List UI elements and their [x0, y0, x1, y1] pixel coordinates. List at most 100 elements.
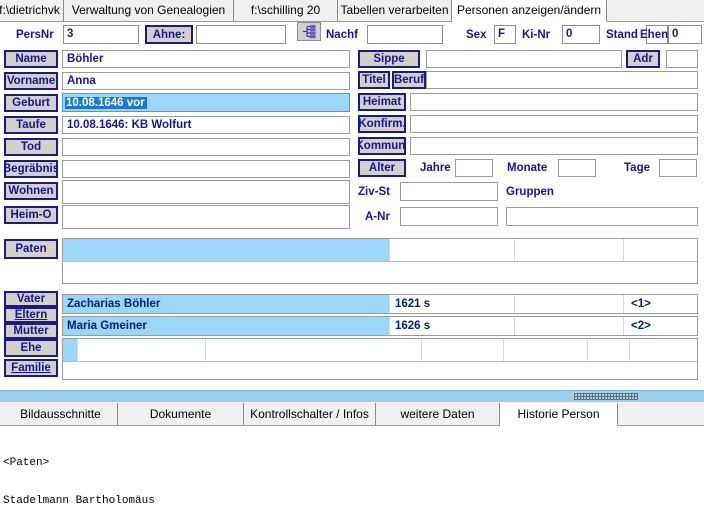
memo-line: Stadelmann Bartholomäus	[3, 494, 155, 507]
heimo-field[interactable]	[62, 205, 350, 229]
name-field[interactable]: Böhler	[62, 50, 350, 68]
bottom-tab-weitere-daten[interactable]: weitere Daten	[376, 403, 500, 425]
tree-hierarchy-icon	[301, 24, 318, 39]
kommun-label: Kommun.	[358, 137, 406, 155]
sippe-field[interactable]	[426, 50, 622, 68]
mutter-col-divider-2	[514, 317, 515, 335]
vorname-field[interactable]: Anna	[62, 72, 350, 90]
taufe-field[interactable]: 10.08.1646: KB Wolfurt	[62, 116, 350, 134]
adr-field[interactable]	[666, 50, 698, 68]
ehen-label: Ehen	[640, 29, 669, 41]
tab-verwaltung[interactable]: Verwaltung von Genealogien	[64, 0, 234, 21]
adr-button[interactable]: Adr	[626, 50, 660, 68]
beruf-field[interactable]	[426, 71, 698, 89]
sex-label: Sex	[466, 29, 487, 41]
bottom-tab-bildausschnitte[interactable]: Bildausschnitte	[4, 403, 118, 425]
geburt-selected-text: 10.08.1646 vor	[65, 96, 147, 109]
bottom-tab-kontrollschalter-infos[interactable]: Kontrollschalter / Infos	[244, 403, 376, 425]
ehe-row-divider	[63, 361, 697, 362]
tod-field[interactable]	[62, 138, 350, 156]
anr-label: A-Nr	[365, 211, 390, 223]
vorname-label: Vorname	[4, 72, 58, 90]
ahne-button[interactable]: Ahne:	[145, 25, 193, 44]
mutter-cell-date: 1626 s	[395, 320, 431, 332]
ehe-col-divider-4	[503, 339, 504, 361]
vater-grid[interactable]: Zacharias Böhler 1621 s <1>	[62, 294, 698, 314]
monate-label: Monate	[507, 162, 548, 174]
mutter-col-divider-1	[389, 317, 390, 335]
bottom-tab-dokumente[interactable]: Dokumente	[118, 403, 244, 425]
person-form: Name Böhler Vorname Anna Geburt 10.08.16…	[0, 48, 704, 388]
kinr-input[interactable]: 0	[562, 25, 600, 44]
ehe-grid[interactable]	[62, 338, 698, 380]
vater-col-divider-3	[623, 295, 624, 313]
geburt-field[interactable]: 10.08.1646 vor	[62, 93, 350, 112]
ehe-col-divider-2	[205, 339, 206, 361]
taufe-label: Taufe	[4, 116, 58, 134]
bottom-tab-bar: Bildausschnitte Dokumente Kontrollschalt…	[0, 402, 704, 426]
titel-label[interactable]: Titel	[358, 71, 390, 89]
splitter-grip-icon[interactable]	[574, 393, 638, 400]
zivst-label: Ziv-St	[358, 186, 390, 198]
tage-label: Tage	[624, 162, 650, 174]
vater-col-divider-2	[514, 295, 515, 313]
paten-col-divider-1	[389, 239, 390, 261]
alter-label[interactable]: Alter	[358, 159, 406, 177]
geburt-label: Geburt	[4, 94, 58, 112]
nachf-input[interactable]	[367, 25, 443, 44]
ehe-label[interactable]: Ehe	[4, 339, 58, 357]
tage-field[interactable]	[659, 159, 697, 177]
familie-label[interactable]: Familie	[4, 359, 58, 377]
application-window: f:\dietrichvk Verwaltung von Genealogien…	[0, 0, 704, 527]
sex-input[interactable]: F	[494, 25, 516, 44]
paten-label[interactable]: Paten	[4, 239, 58, 259]
ahne-input[interactable]	[196, 25, 286, 44]
jahre-field[interactable]	[455, 159, 493, 177]
eltern-label[interactable]: Eltern	[4, 307, 58, 323]
tod-label: Tod	[4, 138, 58, 156]
top-tab-bar: f:\dietrichvk Verwaltung von Genealogien…	[0, 0, 704, 22]
tab-personen-anzeigen-aendern[interactable]: Personen anzeigen/ändern	[452, 0, 607, 22]
bottom-tab-historie-person[interactable]: Historie Person	[500, 403, 618, 426]
tree-hierarchy-icon-button[interactable]	[297, 22, 321, 41]
anr-field[interactable]	[400, 207, 498, 226]
tab-dietrichvk[interactable]: f:\dietrichvk	[0, 0, 64, 21]
stand-label: Stand	[606, 29, 638, 41]
gruppen-field[interactable]	[506, 207, 698, 226]
memo-text-area[interactable]: <Paten> Stadelmann Bartholomäus Wirt Ann…	[0, 427, 704, 527]
beruf-label[interactable]: Beruf	[392, 71, 426, 89]
gruppen-label: Gruppen	[506, 186, 554, 198]
vater-label[interactable]: Vater	[4, 291, 58, 307]
name-label: Name	[4, 50, 58, 68]
ehe-row-indicator	[63, 339, 77, 361]
vater-col-divider-1	[389, 295, 390, 313]
zivst-field[interactable]	[400, 182, 498, 201]
ehe-col-divider-1	[77, 339, 78, 361]
mutter-label[interactable]: Mutter	[4, 323, 58, 339]
mutter-col-divider-3	[623, 317, 624, 335]
paten-row-divider	[63, 261, 697, 262]
paten-grid[interactable]	[62, 238, 698, 284]
vater-cell-ref: <1>	[631, 298, 651, 310]
mutter-cell-ref: <2>	[631, 320, 651, 332]
ehe-col-divider-5	[587, 339, 588, 361]
toolbar-row: PersNr 3 Ahne: Nachf Sex F Ki-Nr 0 Stand	[0, 22, 704, 48]
tab-schilling[interactable]: f:\schilling 20	[234, 0, 338, 21]
heimat-field[interactable]	[410, 93, 698, 111]
persnr-input[interactable]: 3	[63, 25, 139, 44]
paten-row-selected[interactable]	[63, 239, 389, 261]
wohnen-field[interactable]	[62, 180, 350, 204]
ehen-input[interactable]: 0	[668, 25, 702, 44]
begraebnis-field[interactable]	[62, 160, 350, 178]
konfirm-field[interactable]	[410, 115, 698, 133]
kommun-field[interactable]	[410, 137, 698, 155]
mutter-grid[interactable]: Maria Gmeiner 1626 s <2>	[62, 316, 698, 336]
nachf-label: Nachf	[326, 29, 358, 41]
vater-cell-name: Zacharias Böhler	[67, 298, 161, 310]
heimat-label: Heimat	[358, 93, 406, 111]
persnr-label: PersNr	[16, 29, 54, 41]
mutter-cell-name: Maria Gmeiner	[67, 320, 147, 332]
tab-tabellen[interactable]: Tabellen verarbeiten	[338, 0, 452, 21]
monate-field[interactable]	[558, 159, 596, 177]
heimo-label: Heim-O	[4, 206, 58, 224]
